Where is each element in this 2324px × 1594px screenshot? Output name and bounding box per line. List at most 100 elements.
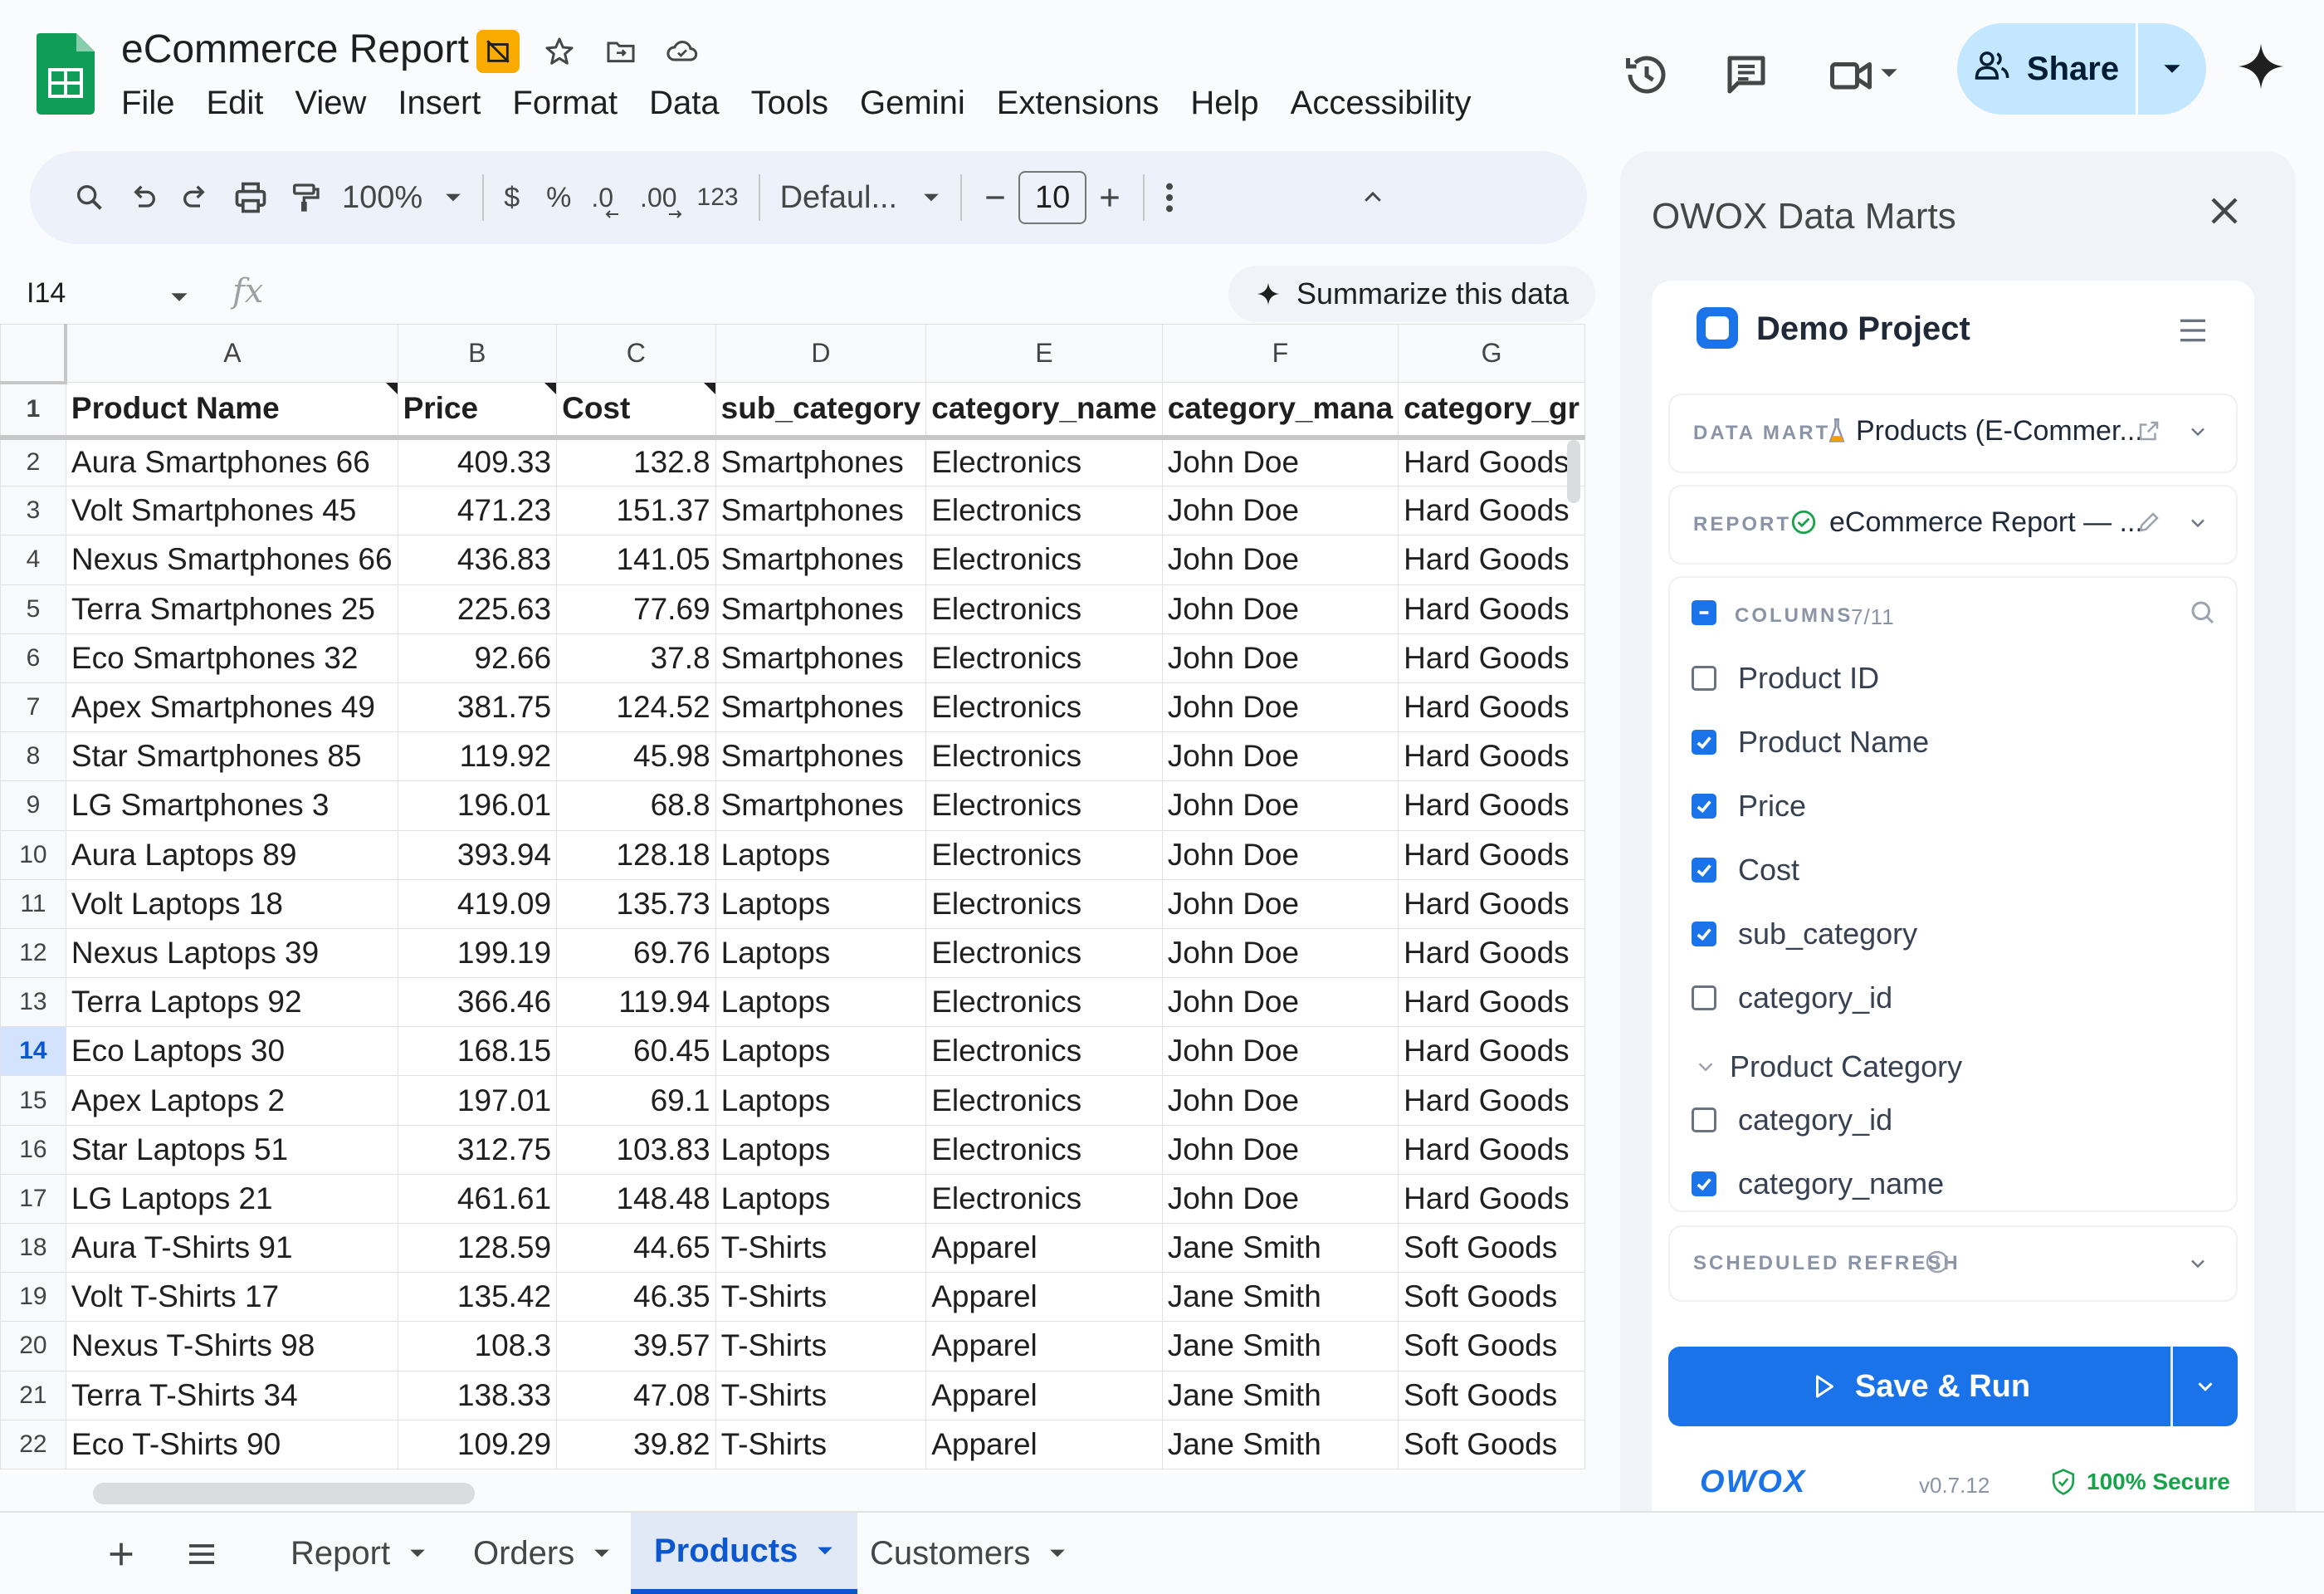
column-header[interactable]: E — [925, 324, 1163, 383]
cell[interactable]: Terra Laptops 92 — [65, 977, 398, 1028]
cell[interactable]: Volt T-Shirts 17 — [65, 1272, 398, 1323]
cell[interactable]: Aura T-Shirts 91 — [65, 1222, 398, 1274]
cell[interactable]: 92.66 — [397, 633, 558, 683]
open-external-icon[interactable] — [2136, 418, 2161, 447]
cell[interactable]: Terra Smartphones 25 — [65, 584, 398, 634]
row-number[interactable]: 19 — [0, 1272, 66, 1323]
cell[interactable]: Apex Smartphones 49 — [65, 682, 398, 733]
increase-font-size-icon[interactable] — [1086, 169, 1133, 227]
name-box[interactable]: I14 — [27, 277, 66, 310]
cell[interactable]: Hard Goods — [1398, 780, 1585, 831]
cell[interactable]: 103.83 — [556, 1124, 716, 1175]
more-options-icon[interactable] — [1155, 169, 1184, 227]
cell[interactable]: John Doe — [1161, 682, 1399, 733]
cell[interactable]: Eco T-Shirts 90 — [65, 1419, 398, 1469]
cell[interactable]: John Doe — [1161, 780, 1399, 831]
column-header[interactable]: A — [65, 324, 398, 383]
column-option[interactable]: category_id — [1692, 980, 1892, 1015]
cell[interactable]: Apex Laptops 2 — [65, 1075, 398, 1126]
decrease-decimal-button[interactable]: .0 — [581, 169, 623, 227]
spreadsheet-grid[interactable]: A B C D E F G 1 Product Name Price Cost … — [0, 324, 1585, 1473]
cell[interactable]: Volt Laptops 18 — [65, 878, 398, 929]
sheet-tab-products[interactable]: Products — [631, 1513, 858, 1594]
column-header[interactable]: D — [715, 324, 927, 383]
menu-edit[interactable]: Edit — [206, 85, 263, 122]
cell[interactable]: Smartphones — [715, 682, 927, 733]
document-title[interactable]: eCommerce Report — [121, 27, 469, 72]
cell[interactable]: T-Shirts — [715, 1222, 927, 1274]
cell[interactable]: T-Shirts — [715, 1272, 927, 1323]
row-number[interactable]: 11 — [0, 878, 66, 929]
cell[interactable]: Eco Laptops 30 — [65, 1026, 398, 1077]
version-history-icon[interactable] — [1614, 42, 1680, 108]
cell[interactable]: John Doe — [1161, 633, 1399, 683]
cell[interactable]: Soft Goods — [1398, 1370, 1585, 1420]
column-option[interactable]: category_name — [1692, 1166, 1944, 1201]
cell[interactable]: 132.8 — [556, 436, 716, 487]
cell[interactable]: 44.65 — [556, 1222, 716, 1274]
column-checkbox[interactable] — [1692, 858, 1716, 883]
cell[interactable]: 225.63 — [397, 584, 558, 634]
cell[interactable]: Smartphones — [715, 584, 927, 634]
cell[interactable]: 46.35 — [556, 1272, 716, 1323]
cell[interactable]: 60.45 — [556, 1026, 716, 1077]
star-icon[interactable] — [538, 30, 581, 73]
cell[interactable]: Laptops — [715, 1026, 927, 1077]
cell[interactable]: Volt Smartphones 45 — [65, 486, 398, 536]
cell[interactable]: Star Smartphones 85 — [65, 731, 398, 782]
row-number[interactable]: 5 — [0, 584, 66, 634]
cell[interactable]: Hard Goods — [1398, 633, 1585, 683]
cell[interactable]: Soft Goods — [1398, 1222, 1585, 1274]
cell[interactable]: Hard Goods — [1398, 1026, 1585, 1077]
row-number[interactable]: 6 — [0, 633, 66, 683]
row-number[interactable]: 22 — [0, 1419, 66, 1469]
share-button[interactable]: Share — [1957, 23, 2206, 115]
cell[interactable]: 312.75 — [397, 1124, 558, 1175]
collapse-toolbar-icon[interactable] — [1350, 169, 1395, 227]
cell[interactable]: 39.57 — [556, 1321, 716, 1372]
cell[interactable]: 37.8 — [556, 633, 716, 683]
redo-icon[interactable] — [169, 169, 222, 227]
header-cell-product-name[interactable]: Product Name — [65, 382, 398, 440]
cell[interactable]: John Doe — [1161, 584, 1399, 634]
cell[interactable]: 77.69 — [556, 584, 716, 634]
row-number[interactable]: 2 — [0, 436, 66, 487]
row-number[interactable]: 7 — [0, 682, 66, 733]
cell[interactable]: John Doe — [1161, 436, 1399, 487]
cell[interactable]: Electronics — [925, 1124, 1163, 1175]
cell[interactable]: John Doe — [1161, 878, 1399, 929]
cell[interactable]: Laptops — [715, 927, 927, 979]
meet-icon[interactable] — [1818, 42, 1884, 108]
row-number[interactable]: 4 — [0, 535, 66, 585]
print-icon[interactable] — [222, 169, 279, 227]
cell[interactable]: Electronics — [925, 633, 1163, 683]
header-cell-category-group[interactable]: category_gr — [1398, 382, 1585, 440]
cell[interactable]: Jane Smith — [1161, 1272, 1399, 1323]
menu-tools[interactable]: Tools — [751, 85, 828, 122]
column-checkbox[interactable] — [1692, 1171, 1716, 1196]
select-all-corner[interactable] — [0, 324, 68, 384]
save-run-button[interactable]: Save & Run — [1668, 1347, 2238, 1426]
header-cell-sub-category[interactable]: sub_category — [715, 382, 927, 440]
column-checkbox[interactable] — [1692, 794, 1716, 819]
row-number[interactable]: 20 — [0, 1321, 66, 1372]
cell[interactable]: Smartphones — [715, 633, 927, 683]
row-number[interactable]: 17 — [0, 1173, 66, 1225]
cell[interactable]: 197.01 — [397, 1075, 558, 1126]
cell[interactable]: Laptops — [715, 1124, 927, 1175]
row-number[interactable]: 10 — [0, 829, 66, 880]
row-number[interactable]: 1 — [0, 382, 66, 440]
cell[interactable]: Laptops — [715, 878, 927, 929]
cell[interactable]: Soft Goods — [1398, 1419, 1585, 1469]
cell[interactable]: Nexus Smartphones 66 — [65, 535, 398, 585]
cell[interactable]: 119.92 — [397, 731, 558, 782]
comments-icon[interactable] — [1713, 42, 1780, 108]
cell[interactable]: Laptops — [715, 829, 927, 880]
cell[interactable]: 39.82 — [556, 1419, 716, 1469]
cell[interactable]: Apparel — [925, 1321, 1163, 1372]
cell[interactable]: Hard Goods — [1398, 436, 1585, 487]
cell[interactable]: Electronics — [925, 486, 1163, 536]
more-formats-button[interactable]: 123 — [687, 169, 749, 227]
sheet-tab-report[interactable]: Report — [267, 1513, 450, 1594]
column-option[interactable]: Product Name — [1692, 725, 1929, 760]
